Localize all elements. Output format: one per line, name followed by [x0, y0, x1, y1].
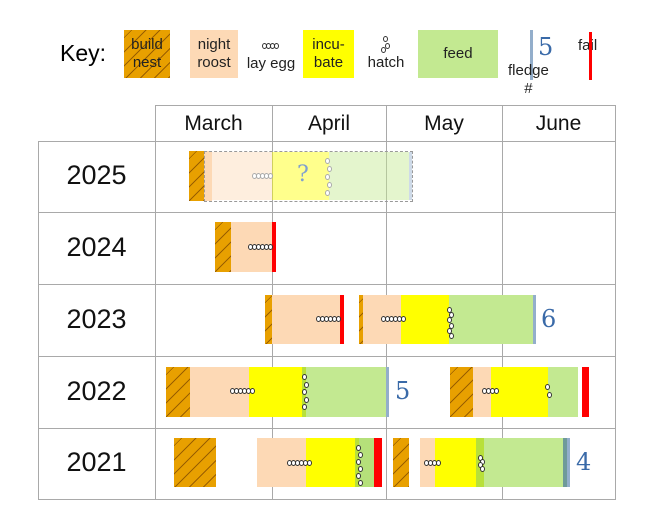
- hatch-marker: [358, 480, 363, 486]
- key-fail-line: [589, 32, 592, 80]
- build-nest-bar: [174, 438, 216, 487]
- build-nest-bar: [215, 222, 231, 272]
- hatch-marker: [356, 459, 361, 465]
- fail-line: [582, 367, 589, 417]
- fledge-count: 5: [395, 377, 411, 405]
- feed-bar: [548, 367, 578, 417]
- unknown-mark: ?: [297, 162, 309, 187]
- egg-marker: [268, 244, 273, 250]
- fledge-count: 4: [576, 448, 592, 476]
- feed-bar: [306, 367, 386, 417]
- build-nest-bar: [166, 367, 190, 417]
- hatch-icon-part: [381, 47, 386, 53]
- key-lay-egg: lay egg: [246, 55, 296, 72]
- hatch-marker: [325, 174, 330, 180]
- key-build-nest: build nest: [124, 30, 170, 78]
- egg-marker: [250, 388, 255, 394]
- key-title: Key:: [60, 40, 107, 66]
- egg-marker: [436, 460, 441, 466]
- hatch-marker: [302, 389, 307, 395]
- fledge-line: [386, 367, 389, 417]
- egg-marker: [401, 316, 406, 322]
- key-night-roost: night roost: [190, 30, 238, 78]
- hatch-marker: [304, 396, 309, 403]
- month-header-june: June: [535, 112, 582, 135]
- incubate-bar: [435, 438, 476, 487]
- month-header-april: April: [307, 112, 350, 135]
- hatch-marker: [327, 182, 332, 188]
- key-fail: fail: [578, 37, 598, 54]
- hatch-marker: [480, 466, 485, 472]
- fledge-line: [533, 295, 536, 344]
- year-label: 2025: [66, 160, 127, 190]
- egg-marker: [307, 460, 312, 466]
- key-incubate: incu- bate: [303, 30, 354, 78]
- hatch-marker: [358, 466, 363, 472]
- build-nest-bar: [393, 438, 409, 487]
- year-label: 2023: [66, 304, 127, 334]
- hatch-marker: [547, 392, 552, 398]
- hatch-marker: [304, 381, 309, 388]
- build-nest-bar: [189, 151, 204, 201]
- hatch-marker: [356, 473, 361, 479]
- year-label: 2022: [66, 376, 127, 406]
- feed-bar: [484, 438, 563, 487]
- fledge-count: 6: [541, 305, 557, 333]
- fail-line: [374, 438, 382, 487]
- month-header-may: May: [424, 112, 464, 135]
- hatch-marker: [545, 384, 550, 390]
- egg-marker: [336, 316, 341, 322]
- hatch-marker: [358, 452, 363, 458]
- fledge-line: [567, 438, 570, 487]
- egg-marker: [268, 173, 273, 179]
- hatch-marker: [449, 333, 454, 339]
- key-feed: feed: [418, 30, 498, 78]
- egg-icon-part: [274, 43, 279, 49]
- incubate-bar: [401, 295, 449, 344]
- hatch-marker: [327, 166, 332, 172]
- feed-bar: [449, 295, 533, 344]
- incubate-bar: [306, 438, 355, 487]
- month-header-march: March: [184, 112, 243, 135]
- hatch-marker: [325, 158, 330, 164]
- key-hatch: hatch: [367, 54, 405, 71]
- year-label: 2021: [66, 447, 127, 477]
- hatch-marker: [325, 190, 330, 196]
- key-fledge: fledge #: [508, 62, 549, 97]
- incubate-bar: [491, 367, 548, 417]
- key-fledge-number: 5: [538, 33, 554, 61]
- build-nest-bar: [450, 367, 473, 417]
- egg-marker: [494, 388, 499, 394]
- hatch-marker: [356, 445, 361, 451]
- hatch-marker: [302, 404, 307, 410]
- hatch-marker: [302, 374, 307, 380]
- build-nest-bar: [265, 295, 272, 344]
- hatch-icon-part: [383, 36, 388, 42]
- incubate-bar: [249, 367, 302, 417]
- year-label: 2024: [66, 232, 127, 262]
